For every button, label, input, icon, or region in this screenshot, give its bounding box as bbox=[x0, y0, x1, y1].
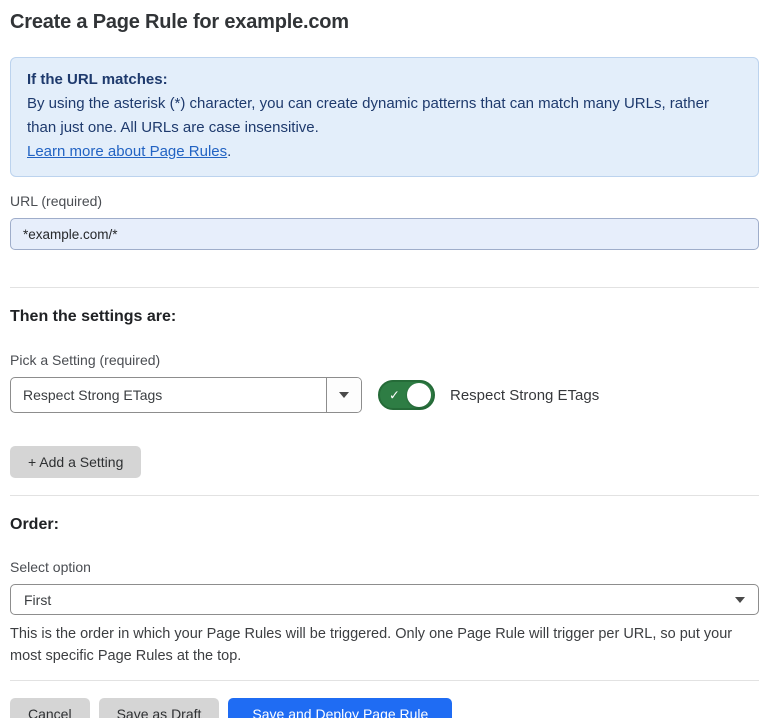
order-select[interactable]: First bbox=[10, 584, 759, 615]
info-box-link-line: Learn more about Page Rules. bbox=[27, 140, 742, 164]
create-page-rule-form: Create a Page Rule for example.com If th… bbox=[0, 0, 769, 718]
order-help-text: This is the order in which your Page Rul… bbox=[10, 623, 759, 667]
info-box-body: By using the asterisk (*) character, you… bbox=[27, 92, 742, 140]
chevron-down-icon bbox=[339, 392, 349, 398]
order-select-label: Select option bbox=[10, 559, 759, 575]
learn-more-link[interactable]: Learn more about Page Rules bbox=[27, 143, 227, 160]
divider bbox=[10, 680, 759, 681]
toggle-label: Respect Strong ETags bbox=[450, 387, 599, 404]
url-field-label: URL (required) bbox=[10, 193, 759, 209]
add-setting-button[interactable]: + Add a Setting bbox=[10, 446, 141, 478]
info-box-heading: If the URL matches: bbox=[27, 68, 742, 92]
order-section-heading: Order: bbox=[10, 516, 759, 534]
pick-setting-label: Pick a Setting (required) bbox=[10, 352, 759, 368]
chevron-down-icon bbox=[735, 597, 745, 603]
setting-select-arrow-button[interactable] bbox=[326, 378, 361, 412]
setting-select-value: Respect Strong ETags bbox=[11, 378, 326, 412]
cancel-button[interactable]: Cancel bbox=[10, 698, 90, 718]
link-period: . bbox=[227, 143, 231, 160]
form-actions: Cancel Save as Draft Save and Deploy Pag… bbox=[10, 698, 759, 718]
toggle-knob bbox=[407, 383, 431, 407]
setting-select[interactable]: Respect Strong ETags bbox=[10, 377, 362, 413]
check-icon: ✓ bbox=[389, 389, 400, 402]
respect-strong-etags-toggle[interactable]: ✓ bbox=[378, 380, 435, 410]
page-title: Create a Page Rule for example.com bbox=[10, 11, 759, 34]
save-as-draft-button[interactable]: Save as Draft bbox=[99, 698, 220, 718]
url-match-info-box: If the URL matches: By using the asteris… bbox=[10, 57, 759, 177]
order-select-value: First bbox=[24, 592, 51, 608]
setting-row: Respect Strong ETags ✓ Respect Strong ET… bbox=[10, 377, 759, 413]
save-and-deploy-button[interactable]: Save and Deploy Page Rule bbox=[228, 698, 452, 718]
divider bbox=[10, 287, 759, 288]
divider bbox=[10, 495, 759, 496]
settings-section-heading: Then the settings are: bbox=[10, 308, 759, 326]
url-input[interactable] bbox=[10, 218, 759, 250]
